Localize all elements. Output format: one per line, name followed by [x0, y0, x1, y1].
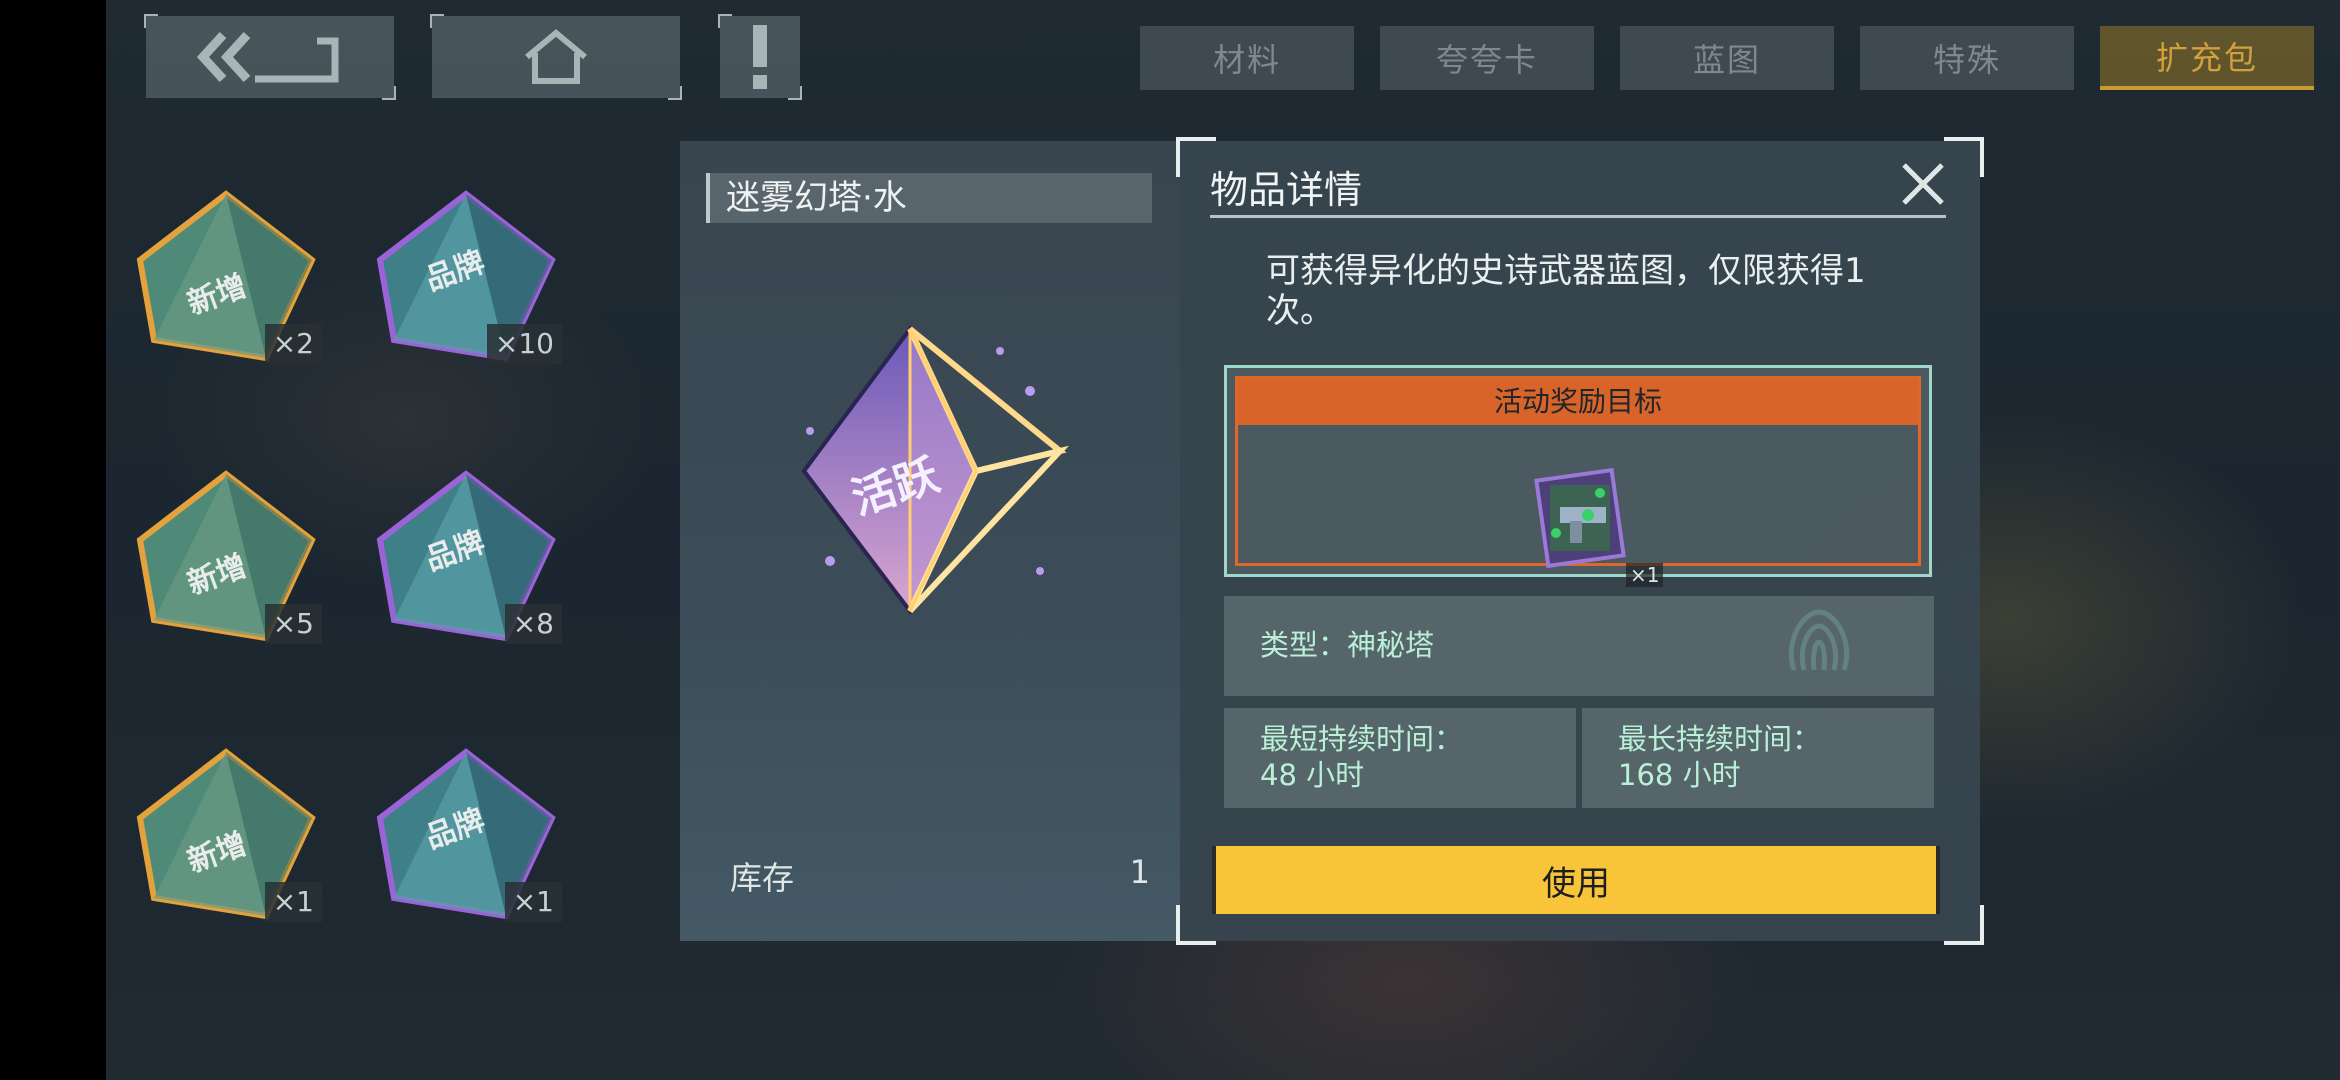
back-button[interactable]	[144, 14, 396, 100]
double-chevron-back-icon	[196, 31, 339, 83]
fingerprint-icon	[1788, 609, 1850, 671]
min-duration-label: 最短持续时间：	[1260, 722, 1464, 756]
item-count: ×10	[486, 324, 562, 364]
inventory-item[interactable]: 新增 ×1	[136, 748, 322, 928]
tab-praise-cards[interactable]: 夸夸卡	[1380, 26, 1594, 90]
min-duration-box: 最短持续时间： 48 小时	[1224, 708, 1576, 808]
item-preview-panel: 迷雾幻塔·水 活跃 库存 1	[680, 141, 1180, 941]
frame-corner	[1944, 905, 1984, 945]
tab-expansion-packs[interactable]: 扩充包	[2100, 26, 2314, 90]
frame-corner	[1176, 905, 1216, 945]
inventory-item[interactable]: 新增 ×5	[136, 470, 322, 650]
inventory-item[interactable]: 品牌 ×10	[376, 190, 562, 370]
alert-button[interactable]	[718, 14, 802, 100]
inventory-item[interactable]: 品牌 ×1	[376, 748, 562, 928]
inventory-item[interactable]: 品牌 ×8	[376, 470, 562, 650]
reward-count: ×1	[1626, 563, 1664, 587]
details-title: 物品详情	[1210, 168, 1363, 212]
item-count: ×5	[264, 604, 322, 644]
type-info-box: 类型：神秘塔	[1224, 596, 1934, 696]
inventory-item[interactable]: 新增 ×2	[136, 190, 322, 370]
exclamation-icon	[753, 25, 767, 89]
home-icon	[525, 29, 587, 84]
stock-value: 1	[1129, 853, 1150, 891]
max-duration-box: 最长持续时间： 168 小时	[1582, 708, 1934, 808]
type-text: 类型：神秘塔	[1260, 628, 1435, 662]
home-button[interactable]	[430, 14, 682, 100]
stock-label: 库存	[730, 859, 795, 897]
item-description: 可获得异化的史诗武器蓝图，仅限获得1次。	[1266, 251, 1866, 331]
max-duration-value: 168 小时	[1618, 758, 1741, 792]
tab-materials[interactable]: 材料	[1140, 26, 1354, 90]
item-count: ×1	[504, 882, 562, 922]
tab-blueprints[interactable]: 蓝图	[1620, 26, 1834, 90]
item-count: ×1	[264, 882, 322, 922]
item-name: 迷雾幻塔·水	[706, 173, 1152, 223]
tab-special[interactable]: 特殊	[1860, 26, 2074, 90]
max-duration-label: 最长持续时间：	[1618, 722, 1822, 756]
item-details-panel: 物品详情 可获得异化的史诗武器蓝图，仅限获得1次。 活动奖励目标 ×1 类型：神…	[1176, 137, 1984, 945]
reward-header: 活动奖励目标	[1238, 379, 1918, 425]
item-count: ×2	[264, 324, 322, 364]
item-count: ×8	[504, 604, 562, 644]
title-divider	[1210, 215, 1946, 218]
game-scene: 材料 夸夸卡 蓝图 特殊 扩充包 新增 ×2 品牌 ×10 新增 ×5 品牌 ×…	[106, 0, 2340, 1080]
blueprint-weapon-icon[interactable]	[1530, 463, 1630, 573]
frame-corner	[1944, 137, 1984, 177]
min-duration-value: 48 小时	[1260, 758, 1365, 792]
use-button[interactable]: 使用	[1212, 846, 1940, 914]
reward-target-box: 活动奖励目标 ×1	[1224, 365, 1932, 587]
close-icon[interactable]	[1898, 159, 1948, 209]
